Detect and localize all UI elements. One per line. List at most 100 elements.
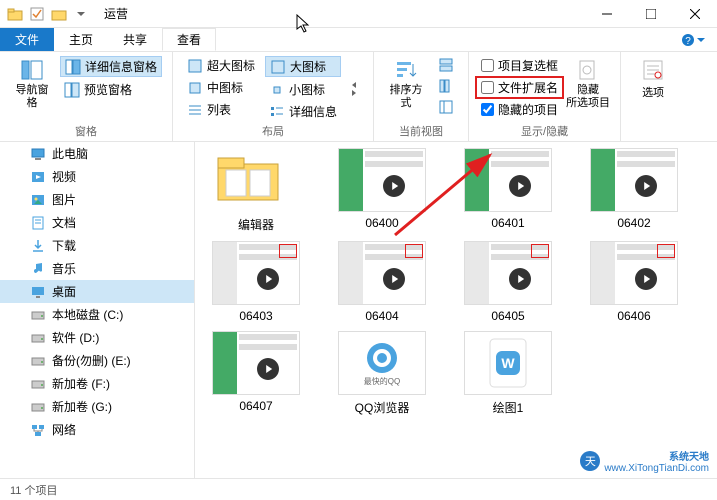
item-count: 11 个项目	[10, 482, 57, 498]
nav-pane-label: 导航窗格	[12, 84, 52, 110]
large-icons-button[interactable]: 大图标	[265, 56, 341, 77]
tree-item-drive[interactable]: 新加卷 (G:)	[0, 395, 194, 418]
preview-pane-button[interactable]: 预览窗格	[60, 80, 162, 99]
item-checkboxes-checkbox[interactable]	[481, 59, 494, 72]
preview-pane-icon	[64, 82, 80, 98]
file-view[interactable]: 编辑器064000640106402 06403 06404 0640506406 06…	[195, 142, 717, 478]
tree-item-desktop[interactable]: 桌面	[0, 280, 194, 303]
content-area: 此电脑视频图片文档下载音乐桌面本地磁盘 (C:)软件 (D:)备份(勿删) (E…	[0, 142, 717, 478]
list-icon	[187, 102, 203, 118]
network-icon	[30, 422, 46, 438]
file-item[interactable]: 最快的QQQQ浏览器	[327, 331, 437, 416]
details-pane-icon	[65, 59, 81, 75]
file-label: 06404	[365, 309, 398, 323]
music-icon	[30, 261, 46, 277]
drive-icon	[30, 399, 46, 415]
file-thumbnail	[338, 148, 426, 212]
tree-item-drive[interactable]: 备份(勿删) (E:)	[0, 349, 194, 372]
navigation-tree[interactable]: 此电脑视频图片文档下载音乐桌面本地磁盘 (C:)软件 (D:)备份(勿删) (E…	[0, 142, 195, 478]
extra-large-icons-button[interactable]: 超大图标	[183, 56, 259, 75]
file-item[interactable]: 06407	[201, 331, 311, 416]
file-item[interactable]: 编辑器	[201, 148, 311, 233]
groupby-button[interactable]	[434, 56, 458, 74]
list-button[interactable]: 列表	[183, 100, 259, 119]
file-extensions-checkbox[interactable]	[481, 81, 494, 94]
ribbon: 导航窗格 详细信息窗格 预览窗格 窗格 超大图标 中图标 列表 大图标 小图标 …	[0, 52, 717, 142]
tree-item-document[interactable]: 文档	[0, 211, 194, 234]
options-button[interactable]: 选项	[631, 56, 675, 125]
qat-dropdown-icon[interactable]	[72, 5, 90, 23]
tree-item-drive[interactable]: 软件 (D:)	[0, 326, 194, 349]
file-thumbnail	[590, 241, 678, 305]
qat-folder-icon[interactable]	[50, 5, 68, 23]
sort-by-button[interactable]: 排序方式	[384, 56, 428, 121]
layout-expand-icon[interactable]	[347, 81, 363, 97]
window-title: 运营	[104, 5, 128, 22]
columns-button[interactable]	[434, 77, 458, 95]
folder-icon	[6, 5, 24, 23]
details-pane-button[interactable]: 详细信息窗格	[60, 56, 162, 77]
qat-checkbox-icon[interactable]	[28, 5, 46, 23]
group-panes: 导航窗格 详细信息窗格 预览窗格 窗格	[0, 52, 173, 141]
file-thumbnail	[212, 241, 300, 305]
hide-selected-button[interactable]: 隐藏 所选项目	[566, 56, 610, 121]
tree-item-picture[interactable]: 图片	[0, 188, 194, 211]
group-show-hide: 项目复选框 文件扩展名 隐藏的项目 隐藏 所选项目 显示/隐藏	[469, 52, 621, 141]
tree-item-music[interactable]: 音乐	[0, 257, 194, 280]
tree-item-label: 新加卷 (G:)	[52, 398, 112, 415]
nav-pane-button[interactable]: 导航窗格	[10, 56, 54, 121]
file-thumbnail	[464, 148, 552, 212]
tree-item-label: 图片	[52, 191, 76, 208]
file-item[interactable]: W绘图1	[453, 331, 563, 416]
file-item[interactable]: 06400	[327, 148, 437, 233]
desktop-icon	[30, 284, 46, 300]
details-icon	[269, 104, 285, 120]
hidden-items-checkbox[interactable]	[481, 103, 494, 116]
file-item[interactable]: 06403	[201, 241, 311, 323]
tree-item-label: 文档	[52, 214, 76, 231]
drive-icon	[30, 330, 46, 346]
close-button[interactable]	[673, 0, 717, 28]
sizecolumns-icon	[438, 99, 454, 115]
file-item[interactable]: 06405	[453, 241, 563, 323]
tree-item-video[interactable]: 视频	[0, 165, 194, 188]
columns-icon	[438, 78, 454, 94]
watermark-icon: 天	[580, 451, 600, 471]
file-thumbnail	[464, 241, 552, 305]
tab-share[interactable]: 共享	[108, 28, 162, 51]
drive-icon	[30, 376, 46, 392]
sizecolumns-button[interactable]	[434, 98, 458, 116]
tree-item-download[interactable]: 下载	[0, 234, 194, 257]
tree-item-network[interactable]: 网络	[0, 418, 194, 441]
help-button[interactable]: ?	[669, 28, 717, 51]
ribbon-tabs: 文件 主页 共享 查看 ?	[0, 28, 717, 52]
drive-icon	[30, 353, 46, 369]
file-item[interactable]: 06402	[579, 148, 689, 233]
file-extensions-toggle[interactable]: 文件扩展名	[479, 78, 560, 97]
watermark-url: www.XiTongTianDi.com	[604, 463, 709, 474]
file-thumbnail: 最快的QQ	[338, 331, 426, 395]
file-item[interactable]: 06406	[579, 241, 689, 323]
details-button[interactable]: 详细信息	[265, 102, 341, 121]
small-icons-button[interactable]: 小图标	[265, 80, 341, 99]
tab-home[interactable]: 主页	[54, 28, 108, 51]
tab-file[interactable]: 文件	[0, 28, 54, 51]
tree-item-pc[interactable]: 此电脑	[0, 142, 194, 165]
file-item[interactable]: 06401	[453, 148, 563, 233]
tree-item-drive[interactable]: 本地磁盘 (C:)	[0, 303, 194, 326]
window-controls	[585, 0, 717, 28]
tree-item-label: 视频	[52, 168, 76, 185]
tab-view[interactable]: 查看	[162, 28, 216, 51]
file-label: 06407	[239, 399, 272, 413]
watermark-brand: 系统天地	[604, 448, 709, 463]
file-item[interactable]: 06404	[327, 241, 437, 323]
medium-icons-button[interactable]: 中图标	[183, 78, 259, 97]
maximize-button[interactable]	[629, 0, 673, 28]
item-checkboxes-toggle[interactable]: 项目复选框	[479, 56, 560, 75]
tree-item-drive[interactable]: 新加卷 (F:)	[0, 372, 194, 395]
tree-item-label: 桌面	[52, 283, 76, 300]
hidden-items-toggle[interactable]: 隐藏的项目	[479, 100, 560, 119]
group-layout-label: 布局	[183, 123, 363, 139]
tree-item-label: 网络	[52, 421, 76, 438]
minimize-button[interactable]	[585, 0, 629, 28]
